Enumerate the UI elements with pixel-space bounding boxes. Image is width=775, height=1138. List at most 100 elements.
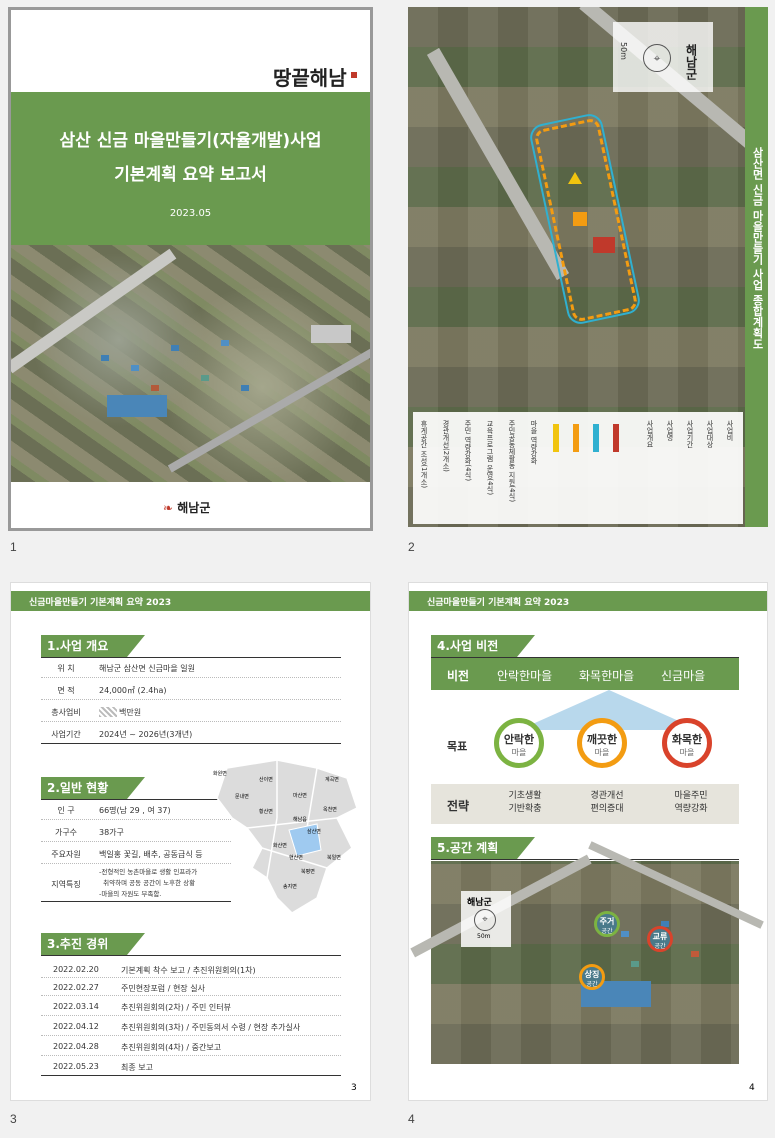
compass-icon: ⌖ [474,909,496,931]
region-label: 북일면 [327,855,341,861]
history-date: 2022.02.27 [53,983,99,992]
region-label: 계곡면 [325,777,339,783]
region-label: 마산면 [293,793,307,799]
master-plan-map-page[interactable]: 50m ⌖ 해남군 삼산면 신금 마을만들기 사업 종합계획도 휴게공간 조성(… [408,7,768,527]
legend-item: 마을 역량강화 [530,420,538,465]
map-title-band: 삼산면 신금 마을만들기 사업 종합계획도 [745,7,768,527]
region-label: 북평면 [301,869,315,875]
summary-page-4[interactable]: 신금마을만들기 기본계획 요약 2023 4.사업 비전 비전 안락한마을 화목… [408,582,768,1101]
field-value: 백일홍 꽃길, 배추, 공동급식 등 [99,850,203,859]
cover-title-line2: 기본계획 요약 보고서 [114,165,267,185]
field-label: 가구수 [54,828,78,837]
haenam-region-map: 화원면 산이면 마산면 계곡면 문내면 황산면 해남읍 옥천면 삼산면 화산면 … [207,758,367,918]
map-logo-text: 해남군 [467,898,492,908]
zone-marker: 주거 공간 [594,911,620,937]
field-label: 주요자원 [51,850,81,859]
field-label: 총사업비 [51,708,81,717]
legend-item: 사업비 [726,420,734,441]
map-logo-text: 해남군 [684,44,698,80]
cover-date: 2023.05 [169,208,212,219]
strategy-line: 역량강화 [674,804,708,814]
legend-item: 사업개요 [646,420,654,448]
strategy-label: 전략 [447,799,470,813]
map-logo-box: 해남군 ⌖ 50m [461,891,511,947]
feature-line: -마을의 자원도 부족함. [99,890,162,898]
legend-item: 휴게공간 조성(1개소) [420,420,428,489]
haenam-logo-icon: ❧ [163,501,174,515]
page-number-2: 2 [408,540,415,554]
field-label: 위 치 [57,664,75,673]
field-label: 지역특징 [51,880,81,889]
feature-line: -전형적인 농촌마을로 생활 인프라가 [99,868,198,876]
page-header-text: 신금마을만들기 기본계획 요약 2023 [427,598,570,608]
spatial-plan-photo: 해남군 ⌖ 50m 주거 공간 교류 공간 상징 공간 [410,841,764,1064]
region-label: 현산면 [289,855,303,861]
cover-aerial-photo [11,245,370,482]
field-value: 38가구 [99,828,124,837]
field-value: 2024년 ~ 2026년(3개년) [99,730,193,739]
map-scale: 50m [619,42,628,60]
summary-page-3[interactable]: 신금마을만들기 기본계획 요약 2023 1.사업 개요 위 치 해남군 삼산면 … [10,582,371,1101]
legend-item: 사업대상 [706,420,714,448]
history-date: 2022.02.20 [53,965,99,974]
section-heading: 5.공간 계획 [431,837,535,859]
region-label: 송지면 [283,884,297,890]
strategy-line: 기반확충 [508,804,542,814]
brand-logo: 땅끝해남 [273,66,347,90]
cover-footer-logo: ❧ 해남군 [163,499,210,516]
region-label: 삼산면 [307,829,321,835]
legend-item: 주민 역량강화(4식) [464,420,472,482]
footer-logo-text: 해남군 [177,501,211,515]
region-label: 문내면 [235,794,249,800]
field-value: 백만원 [119,708,142,717]
history-text: 주민현장포럼 / 현장 실사 [121,984,205,993]
history-date: 2022.05.23 [53,1062,99,1071]
goal-label: 목표 [447,740,468,753]
map-scale: 50m [477,933,491,940]
strategy-line: 경관개선 [590,791,624,801]
goal-ring: 화목한 마을 [662,718,712,768]
zone-marker: 교류 공간 [647,926,673,952]
page-number-4: 4 [408,1112,415,1126]
section-heading: 1.사업 개요 [41,635,145,657]
history-date: 2022.04.28 [53,1042,99,1051]
legend-item: 교육프로그램 운영(4식) [486,420,494,496]
cover-title-line1: 삼산 신금 마을만들기(자율개발)사업 [59,131,322,151]
page-number-inner: 4 [749,1083,755,1093]
map-legend: 휴게공간 조성(1개소) 경관개선(2개소) 주민 역량강화(4식) 교육프로그… [413,412,743,524]
page-number-3: 3 [10,1112,17,1126]
goal-ring: 안락한 마을 [494,718,544,768]
region-label: 산이면 [259,777,273,783]
vision-item: 안락한마을 [497,669,553,683]
history-date: 2022.04.12 [53,1022,99,1031]
cover-title-band: 삼산 신금 마을만들기(자율개발)사업 기본계획 요약 보고서 2023.05 [11,92,370,245]
map-logo-box: 50m ⌖ 해남군 [613,22,713,92]
vision-band: 비전 안락한마을 화목한마을 신금마을 [431,658,739,690]
history-text: 추진위원회의(2차) / 주민 인터뷰 [121,1003,231,1012]
goal-ring: 깨끗한 마을 [577,718,627,768]
field-value: 24,000㎡ (2.4ha) [99,686,167,695]
history-text: 최종 보고 [121,1063,153,1072]
compass-icon: ⌖ [643,44,671,72]
history-text: 추진위원회의(3차) / 주민동의서 수령 / 현장 추가실사 [121,1023,301,1032]
field-value: 해남군 삼산면 신금마을 일원 [99,664,195,673]
cover-page[interactable]: 땅끝해남 삼산 신금 마을만들기(자율개발)사업 기본계획 요약 보고서 202… [8,7,373,531]
field-label: 사업기간 [51,730,81,739]
legend-item: 주민공동체활동 지원(4식) [508,420,516,503]
history-text: 추진위원회의(4차) / 중간보고 [121,1043,222,1052]
field-label: 인 구 [57,806,75,815]
vision-item: 화목한마을 [579,669,635,683]
field-label: 면 적 [57,686,75,695]
section-heading: 2.일반 현황 [41,777,145,799]
legend-item: 경관개선(2개소) [442,420,450,472]
strategy-band: 전략 기초생활 기반확충 경관개선 편의증대 마을주민 역량강화 [431,784,739,824]
strategy-line: 기초생활 [508,791,542,801]
feature-line: 취약하며 공동 공간이 노후한 상황 [99,879,196,887]
history-date: 2022.03.14 [53,1002,99,1011]
region-label: 해남읍 [293,817,307,823]
vision-item: 신금마을 [661,669,706,683]
section-heading: 4.사업 비전 [431,635,535,657]
vision-label: 비전 [447,669,470,683]
strategy-line: 편의증대 [590,804,624,814]
brand-logo-mark [351,72,357,78]
